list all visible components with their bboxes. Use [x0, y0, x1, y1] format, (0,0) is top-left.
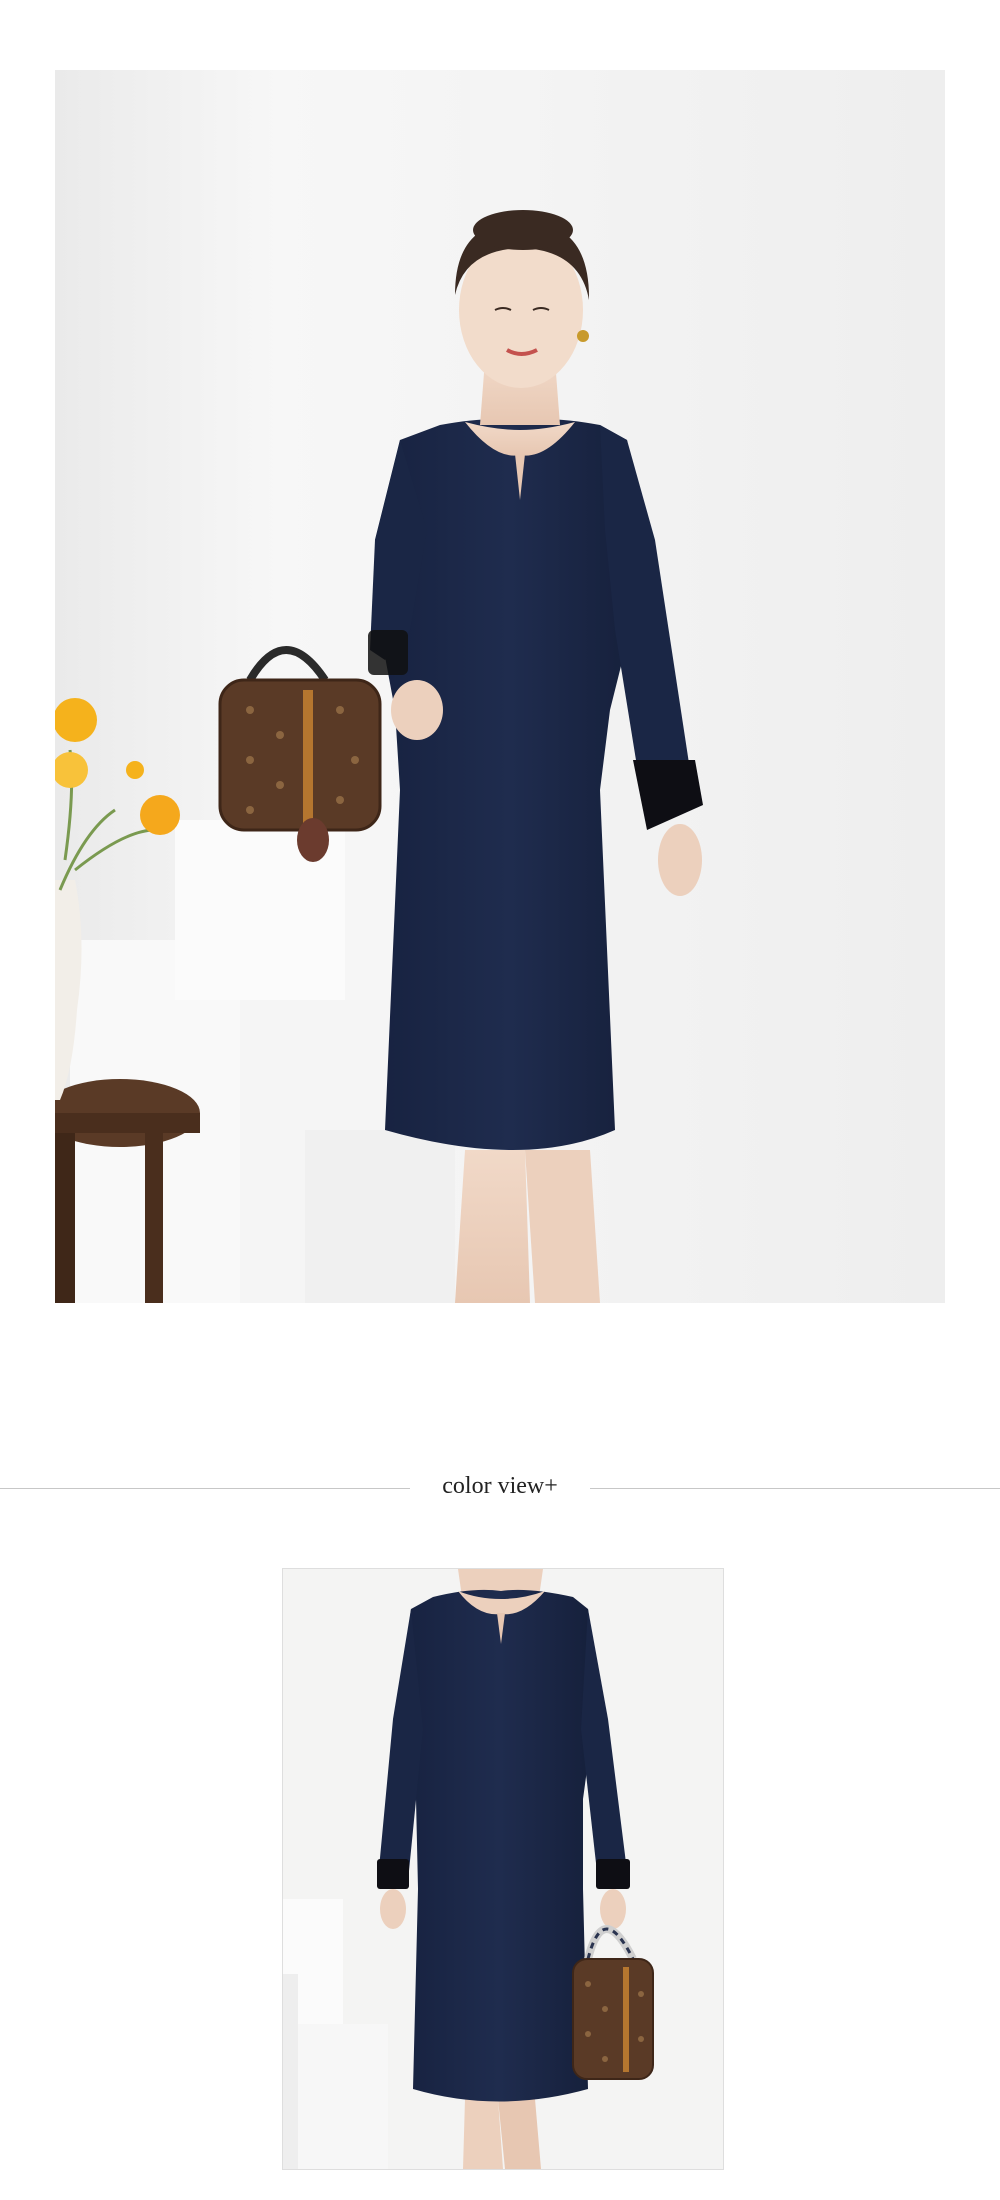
- hero-photo: [55, 70, 945, 1303]
- color-photo-illustration: [283, 1569, 723, 2169]
- handbag: [218, 646, 382, 862]
- color-photo: [282, 1568, 724, 2170]
- hero-photo-illustration: [55, 70, 945, 1303]
- divider-line-right: [590, 1488, 1000, 1489]
- color-view-divider: color view+: [0, 1470, 1000, 1506]
- color-view-title: color view+: [442, 1473, 558, 1499]
- divider-line-left: [0, 1488, 410, 1489]
- navy-dress: [401, 1589, 598, 2102]
